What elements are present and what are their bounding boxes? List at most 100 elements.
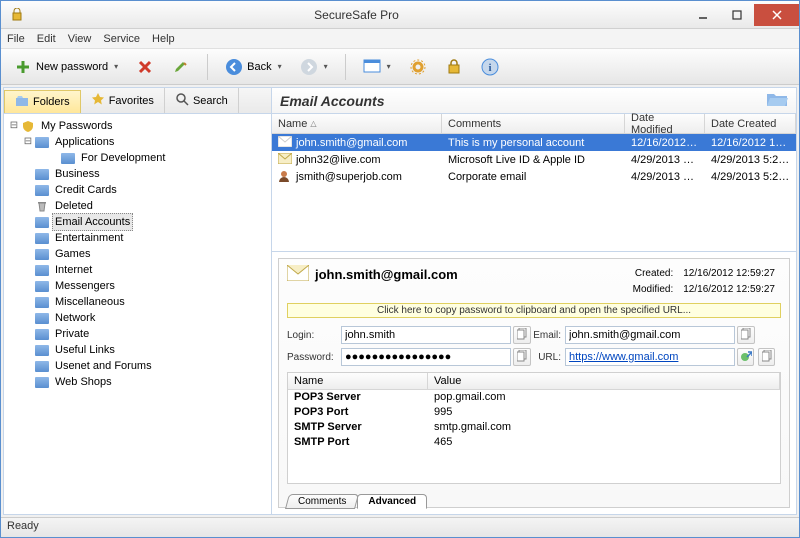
app-icon <box>7 5 27 25</box>
settings-button[interactable] <box>402 54 434 80</box>
tree-item[interactable]: Credit Cards <box>8 182 271 198</box>
tree-item[interactable]: Games <box>8 246 271 262</box>
edit-button[interactable] <box>165 54 197 80</box>
star-icon <box>91 92 105 109</box>
tree-item[interactable]: Network <box>8 310 271 326</box>
url-link[interactable]: https://www.gmail.com <box>565 348 735 366</box>
copy-icon <box>517 350 527 365</box>
tree-item[interactable]: Private <box>8 326 271 342</box>
login-input[interactable] <box>341 326 511 344</box>
open-folder-icon[interactable] <box>766 90 788 111</box>
login-label: Login: <box>287 330 341 341</box>
adv-row[interactable]: SMTP Port465 <box>288 435 780 450</box>
tree-root[interactable]: ⊟ My Passwords <box>8 118 271 134</box>
adv-row[interactable]: POP3 Serverpop.gmail.com <box>288 390 780 405</box>
close-button[interactable] <box>754 4 799 26</box>
tree-item[interactable]: Miscellaneous <box>8 294 271 310</box>
tree-item[interactable]: Internet <box>8 262 271 278</box>
adv-row[interactable]: SMTP Serversmtp.gmail.com <box>288 420 780 435</box>
back-arrow-icon <box>225 58 243 76</box>
tab-search[interactable]: Search <box>165 88 239 113</box>
person-icon <box>278 170 292 184</box>
menu-view[interactable]: View <box>68 33 92 45</box>
menu-file[interactable]: File <box>7 33 25 45</box>
copy-icon <box>741 328 751 343</box>
folder-tree[interactable]: ⊟ My Passwords ⊟ Applications For Develo… <box>4 114 271 514</box>
chevron-down-icon: ▾ <box>278 62 282 71</box>
minimize-button[interactable] <box>686 4 720 26</box>
info-button[interactable]: i <box>474 54 506 80</box>
list-body[interactable]: john.smith@gmail.com This is my personal… <box>272 134 796 251</box>
window-icon <box>363 58 381 76</box>
tab-favorites[interactable]: Favorites <box>81 88 165 113</box>
copy-login-button[interactable] <box>513 326 531 344</box>
copy-email-button[interactable] <box>737 326 755 344</box>
adv-row[interactable]: POP3 Port995 <box>288 405 780 420</box>
col-name[interactable]: Name△ <box>272 114 442 133</box>
shield-icon <box>20 118 36 134</box>
tree-item[interactable]: Business <box>8 166 271 182</box>
chevron-down-icon: ▾ <box>114 62 118 71</box>
collapse-icon[interactable]: ⊟ <box>8 118 20 134</box>
tree-for-development[interactable]: For Development <box>8 150 271 166</box>
email-input[interactable] <box>565 326 735 344</box>
detail-title: john.smith@gmail.com <box>315 267 458 282</box>
copy-password-button[interactable] <box>513 348 531 366</box>
tab-comments[interactable]: Comments <box>285 494 359 509</box>
statusbar: Ready <box>1 517 799 537</box>
new-password-button[interactable]: New password ▾ <box>7 54 125 80</box>
window-title: SecureSafe Pro <box>27 8 686 22</box>
folder-icon <box>34 230 50 246</box>
main-area: Folders Favorites Search ⊟ My Passwords <box>3 87 797 515</box>
tab-favorites-label: Favorites <box>109 95 154 107</box>
tree-email-accounts[interactable]: Email Accounts <box>8 214 271 230</box>
tree-item[interactable]: Web Shops <box>8 374 271 390</box>
tab-advanced[interactable]: Advanced <box>357 494 427 509</box>
lock-button[interactable] <box>438 54 470 80</box>
delete-button[interactable] <box>129 54 161 80</box>
col-modified[interactable]: Date Modified <box>625 114 705 133</box>
tree-item[interactable]: Entertainment <box>8 230 271 246</box>
tab-folders[interactable]: Folders <box>4 90 81 113</box>
back-button[interactable]: Back ▾ <box>218 54 288 80</box>
copy-password-bar[interactable]: Click here to copy password to clipboard… <box>287 303 781 318</box>
tree-item[interactable]: Useful Links <box>8 342 271 358</box>
tree-item[interactable]: Usenet and Forums <box>8 358 271 374</box>
email-icon <box>287 265 309 284</box>
col-created[interactable]: Date Created <box>705 114 796 133</box>
forward-button[interactable]: ▾ <box>293 54 335 80</box>
copy-url-button[interactable] <box>758 348 775 366</box>
list-row[interactable]: john32@live.com Microsoft Live ID & Appl… <box>272 151 796 168</box>
chevron-down-icon: ▾ <box>387 62 391 71</box>
sidebar: Folders Favorites Search ⊟ My Passwords <box>4 88 272 514</box>
titlebar: SecureSafe Pro <box>1 1 799 29</box>
maximize-button[interactable] <box>720 4 754 26</box>
list-row[interactable]: jsmith@superjob.com Corporate email 4/29… <box>272 168 796 185</box>
browse-url-button[interactable] <box>737 348 754 366</box>
gear-icon <box>409 58 427 76</box>
app-window: SecureSafe Pro File Edit View Service He… <box>0 0 800 538</box>
menu-help[interactable]: Help <box>152 33 175 45</box>
adv-col-value[interactable]: Value <box>428 373 780 389</box>
tree-applications[interactable]: ⊟ Applications <box>8 134 271 150</box>
item-list: Name△ Comments Date Modified Date Create… <box>272 114 796 252</box>
folder-icon <box>34 182 50 198</box>
sort-asc-icon: △ <box>310 119 316 128</box>
delete-x-icon <box>136 58 154 76</box>
folder-icon <box>60 150 76 166</box>
folder-icon <box>34 134 50 150</box>
tree-deleted[interactable]: Deleted <box>8 198 271 214</box>
adv-col-name[interactable]: Name <box>288 373 428 389</box>
view-button[interactable]: ▾ <box>356 54 398 80</box>
collapse-icon[interactable]: ⊟ <box>22 134 34 150</box>
col-comments[interactable]: Comments <box>442 114 625 133</box>
menu-edit[interactable]: Edit <box>37 33 56 45</box>
copy-icon <box>762 350 772 365</box>
list-row[interactable]: john.smith@gmail.com This is my personal… <box>272 134 796 151</box>
copy-icon <box>517 328 527 343</box>
detail-meta: Created:12/16/2012 12:59:27 Modified:12/… <box>627 265 781 299</box>
tree-item[interactable]: Messengers <box>8 278 271 294</box>
menu-service[interactable]: Service <box>103 33 140 45</box>
password-input[interactable] <box>341 348 511 366</box>
url-label: URL: <box>531 352 565 363</box>
